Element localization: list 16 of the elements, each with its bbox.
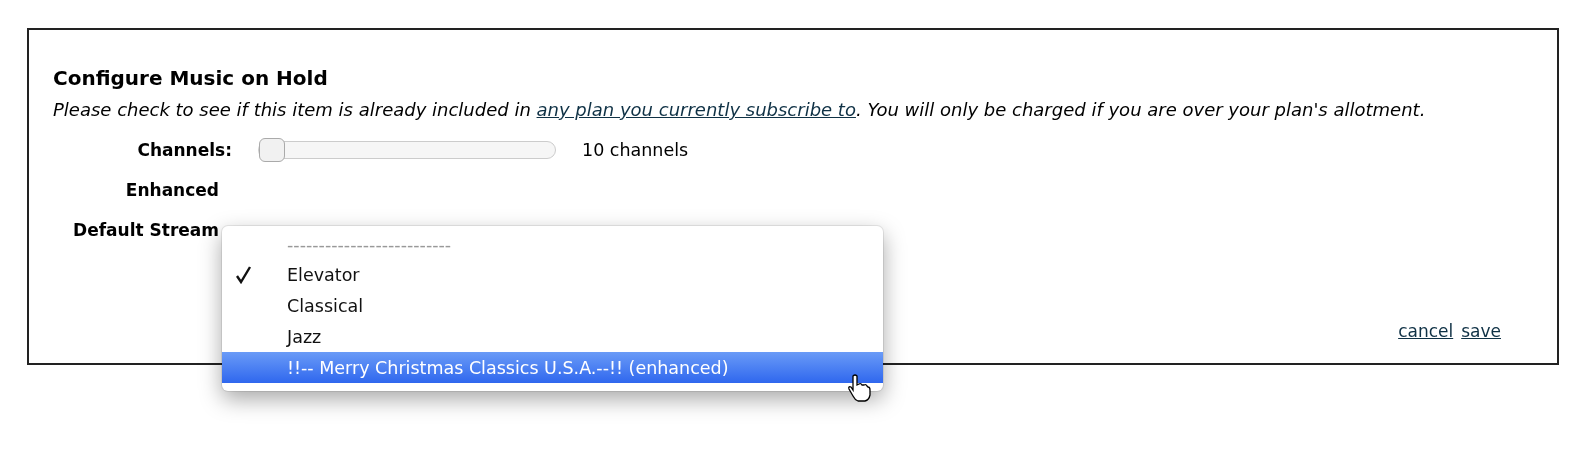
menu-item[interactable]: Elevator: [222, 259, 883, 290]
field-label: Channels:: [137, 140, 232, 160]
notice-text: Please check to see if this item is already included in any plan you currently subscribe to. You will only be charged if you are over your plan's allotment.: [53, 98, 1427, 122]
slider-thumb[interactable]: [259, 138, 285, 162]
slider-track[interactable]: [258, 141, 556, 159]
menu-item[interactable]: !!-- Merry Christmas Classics U.S.A.--!! (enhanced): [222, 352, 883, 383]
menu-item[interactable]: Classical: [222, 290, 883, 321]
channels-reading: 10 channels: [582, 140, 689, 160]
plan-link[interactable]: any plan you currently subscribe to: [536, 99, 856, 120]
field-label: Enhanced: [125, 180, 220, 200]
menu-separator: --------------------------: [286, 233, 453, 257]
field-label: Default Stream: [73, 220, 220, 240]
menu-item[interactable]: Jazz: [222, 321, 883, 352]
action-link[interactable]: cancel: [1398, 321, 1454, 341]
dialog-title: Configure Music on Hold: [53, 66, 329, 90]
action-link[interactable]: save: [1461, 321, 1501, 341]
